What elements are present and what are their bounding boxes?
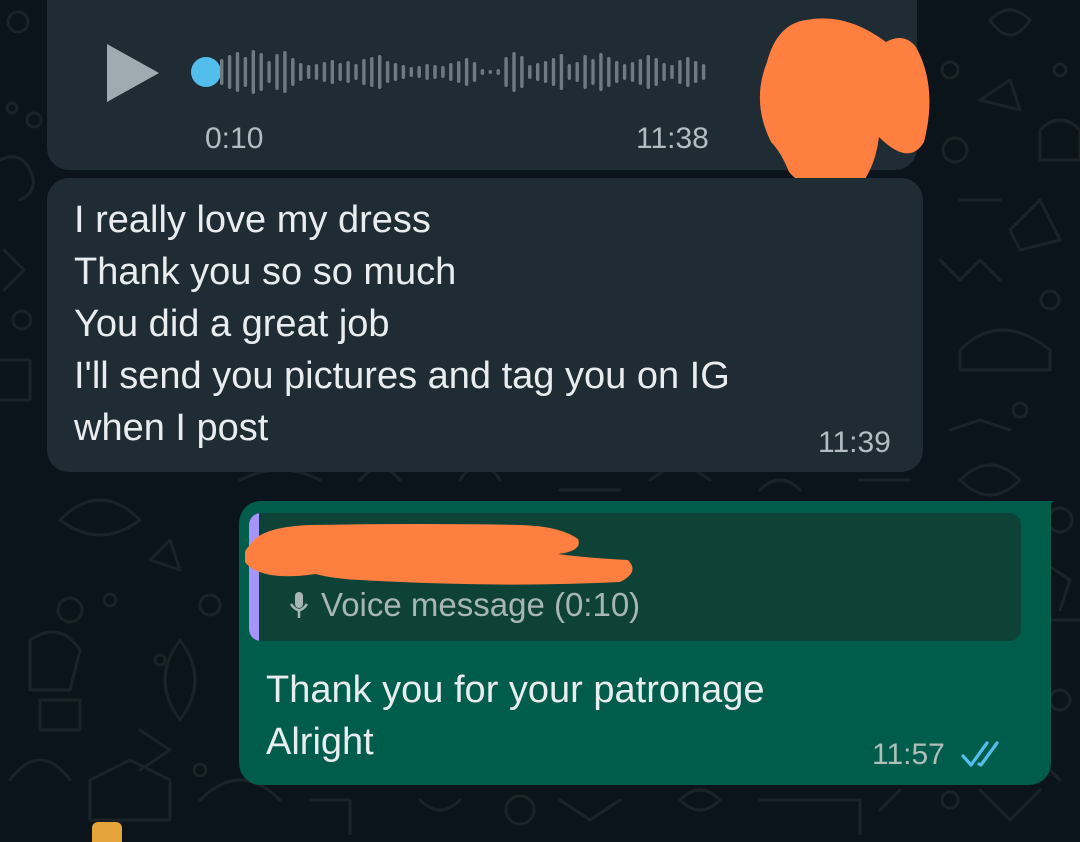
- waveform-bar: [496, 69, 500, 75]
- waveform-bar: [227, 55, 232, 89]
- waveform-bar: [220, 59, 224, 85]
- waveform-bar: [559, 54, 564, 90]
- message-line: You did a great job: [74, 303, 390, 345]
- waveform-bar: [330, 60, 334, 84]
- waveform-bar: [417, 66, 421, 78]
- waveform-bar: [283, 51, 287, 93]
- message-line: Thank you so so much: [74, 251, 457, 293]
- waveform-bar: [536, 63, 540, 81]
- outgoing-message-time: 11:57: [872, 738, 945, 771]
- waveform-bar: [370, 57, 374, 87]
- incoming-message-text: I really love my dress Thank you so so m…: [74, 194, 730, 454]
- waveform-bar: [314, 64, 319, 80]
- waveform-bar: [543, 61, 548, 83]
- waveform-bar: [275, 54, 279, 90]
- waveform-bar: [243, 57, 248, 87]
- waveform-bar: [251, 50, 255, 94]
- waveform-bar: [338, 63, 342, 81]
- message-line: I'll send you pictures and tag you on IG: [74, 355, 730, 397]
- waveform-bar: [615, 61, 619, 83]
- waveform-bar: [654, 58, 658, 86]
- waveform-bar: [583, 55, 587, 89]
- waveform-bar: [622, 64, 627, 80]
- seek-handle[interactable]: [191, 57, 221, 87]
- waveform-bar: [393, 63, 398, 81]
- waveform-bar: [362, 59, 366, 85]
- voice-duration: 0:10: [205, 122, 264, 155]
- double-check-icon: [961, 741, 999, 767]
- quoted-voice-label-row: Voice message (0:10): [287, 586, 640, 624]
- play-icon[interactable]: [103, 42, 161, 104]
- waveform-bar: [306, 65, 311, 79]
- waveform-bar: [267, 61, 271, 83]
- waveform-bar: [678, 60, 682, 84]
- waveform-bar: [291, 58, 295, 86]
- waveform-bar: [299, 63, 303, 81]
- waveform-bar: [599, 53, 603, 91]
- partial-emoji: [92, 822, 122, 842]
- message-line: Alright: [266, 721, 374, 763]
- waveform-bar: [354, 64, 358, 80]
- waveform-bar: [346, 61, 350, 83]
- waveform-bar: [425, 64, 429, 80]
- waveform-bar: [235, 52, 240, 92]
- message-line: when I post: [74, 407, 269, 449]
- waveform-bar: [449, 63, 453, 81]
- waveform-bar: [488, 70, 492, 74]
- waveform-bar: [472, 62, 477, 82]
- waveform-bar: [409, 67, 413, 77]
- waveform-bar: [457, 61, 461, 83]
- waveform-bar: [441, 66, 445, 78]
- waveform-bar: [433, 65, 437, 79]
- waveform-bar: [607, 57, 611, 87]
- waveform-bar: [528, 65, 532, 79]
- waveform-bar: [322, 62, 327, 82]
- waveform-bar: [591, 59, 595, 85]
- waveform-bar: [512, 52, 516, 92]
- avatar-redacted[interactable]: [748, 12, 938, 197]
- waveform-bar: [504, 57, 508, 87]
- waveform-bar: [520, 56, 524, 88]
- waveform-bar: [662, 63, 666, 81]
- quoted-sender-redacted: [245, 524, 633, 585]
- mic-icon: [289, 592, 309, 618]
- waveform-bar: [646, 55, 650, 89]
- waveform-bar: [630, 62, 635, 82]
- waveform-bar: [567, 64, 571, 80]
- waveform[interactable]: [220, 42, 715, 102]
- waveform-bar: [259, 53, 263, 91]
- waveform-bar: [638, 59, 643, 85]
- outgoing-message-text: Thank you for your patronage Alright: [266, 664, 765, 768]
- waveform-bar: [701, 64, 706, 80]
- message-line: I really love my dress: [74, 199, 431, 241]
- bubble-tail: [1030, 501, 1054, 523]
- waveform-bar: [385, 61, 390, 83]
- chat-screen: { "colors": { "background": "#0b141a", "…: [0, 0, 1080, 842]
- message-line: Thank you for your patronage: [266, 669, 765, 711]
- waveform-bar: [464, 58, 469, 86]
- quoted-voice-label: Voice message (0:10): [321, 586, 641, 623]
- waveform-bar: [575, 62, 579, 82]
- waveform-bar: [378, 55, 382, 89]
- voice-message-time: 11:38: [636, 122, 709, 155]
- waveform-bar: [551, 58, 556, 86]
- incoming-message-time: 11:39: [818, 426, 891, 459]
- waveform-bar: [686, 57, 690, 87]
- waveform-bar: [401, 65, 406, 79]
- waveform-bar: [480, 69, 485, 75]
- waveform-bar: [694, 61, 698, 83]
- waveform-bar: [670, 65, 674, 79]
- redaction-mark: [759, 18, 930, 197]
